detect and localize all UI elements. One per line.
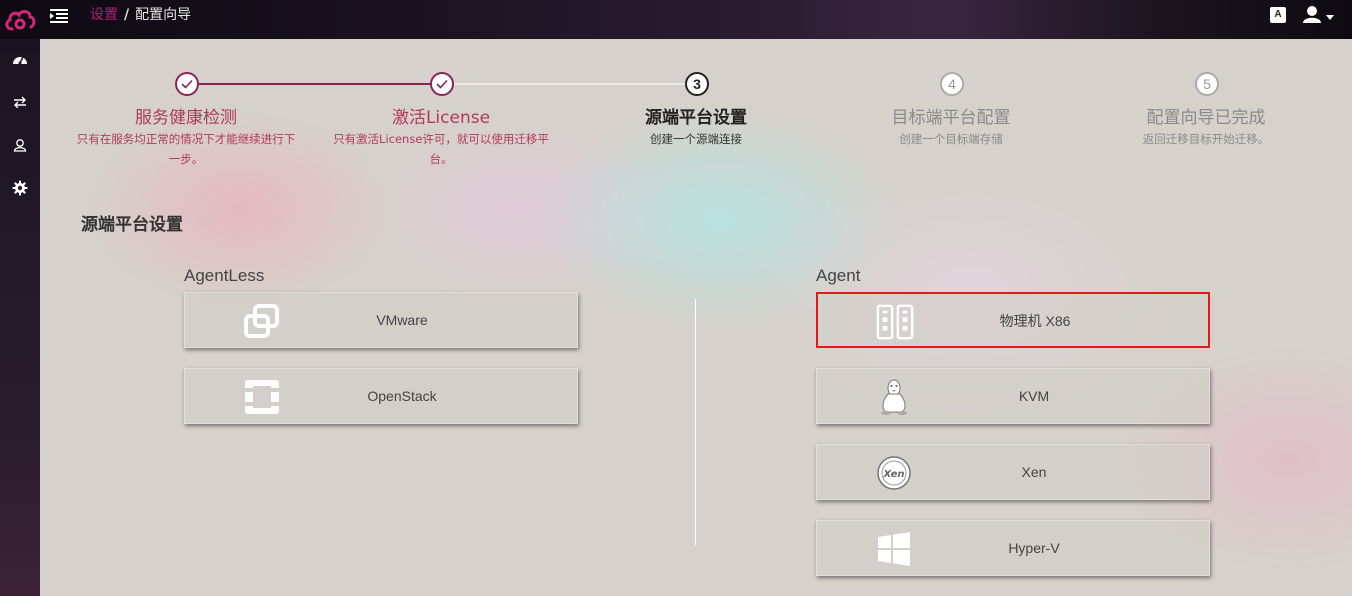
platform-label: KVM [1018, 388, 1050, 404]
breadcrumb-current: 配置向导 [135, 7, 192, 23]
step-title: 源端平台设置 [645, 108, 747, 128]
platform-button-openstack[interactable]: OpenStack [184, 368, 578, 424]
step-desc: 只有在服务均正常的情况下才能继续进行下一步。 [76, 132, 296, 166]
dashboard-icon[interactable] [10, 49, 30, 69]
platform-button-vmware[interactable]: VMware [184, 292, 578, 348]
breadcrumb: 设置 / 配置向导 [90, 7, 191, 23]
section-title: 源端平台设置 [81, 215, 183, 235]
step-desc: 返回迁移目标开始迁移。 [1142, 132, 1270, 146]
platform-button-kvm[interactable]: KVM [816, 368, 1210, 424]
platform-label: VMware [376, 312, 428, 328]
cloud-logo-icon[interactable] [0, 0, 40, 39]
platform-button-physical-x86[interactable]: 物理机 X86 [816, 292, 1210, 348]
vmware-icon [243, 303, 281, 339]
step-desc: 创建一个源端连接 [650, 132, 742, 146]
step-number: 4 [940, 72, 964, 96]
platform-button-xen[interactable]: Xen Xen [816, 444, 1210, 500]
step-title: 服务健康检测 [135, 108, 237, 128]
menu-toggle-icon[interactable] [50, 8, 70, 28]
step-title: 激活License [391, 108, 491, 128]
user-icon[interactable] [10, 135, 30, 155]
linux-icon [875, 379, 913, 415]
translate-icon[interactable]: A [1270, 7, 1286, 23]
step-connector [454, 83, 686, 85]
migrate-icon[interactable] [10, 92, 30, 112]
step-connector [199, 83, 431, 85]
user-menu-button[interactable] [1302, 5, 1336, 27]
platform-label: Hyper-V [1008, 540, 1060, 556]
check-icon [430, 72, 454, 96]
main-content: 服务健康检测 只有在服务均正常的情况下才能继续进行下一步。 激活License … [40, 39, 1352, 596]
platform-label: Xen [1021, 464, 1047, 480]
sidebar [0, 39, 40, 596]
top-bar: 设置 / 配置向导 A [0, 0, 1352, 39]
gear-icon[interactable] [10, 178, 30, 198]
step-desc: 只有激活License许可，就可以使用迁移平台。 [333, 132, 549, 166]
platform-label: OpenStack [367, 388, 437, 404]
divider [695, 299, 696, 545]
openstack-icon [243, 379, 281, 415]
breadcrumb-separator: / [124, 7, 130, 23]
server-icon [876, 304, 914, 340]
breadcrumb-root[interactable]: 设置 [90, 7, 118, 23]
xen-icon: Xen [875, 455, 913, 491]
windows-icon [875, 531, 913, 567]
step-title: 目标端平台配置 [891, 108, 1011, 128]
agentless-label: AgentLess [184, 266, 265, 285]
svg-text:Xen: Xen [883, 469, 905, 480]
step-number: 3 [685, 72, 709, 96]
platform-button-hyper-v[interactable]: Hyper-V [816, 520, 1210, 576]
agent-label: Agent [816, 266, 861, 285]
step-number: 5 [1195, 72, 1219, 96]
translate-label: A [1274, 9, 1282, 20]
platform-label: 物理机 X86 [999, 313, 1071, 329]
step-desc: 创建一个目标端存储 [899, 132, 1003, 146]
step-title: 配置向导已完成 [1146, 108, 1266, 128]
check-icon [175, 72, 199, 96]
